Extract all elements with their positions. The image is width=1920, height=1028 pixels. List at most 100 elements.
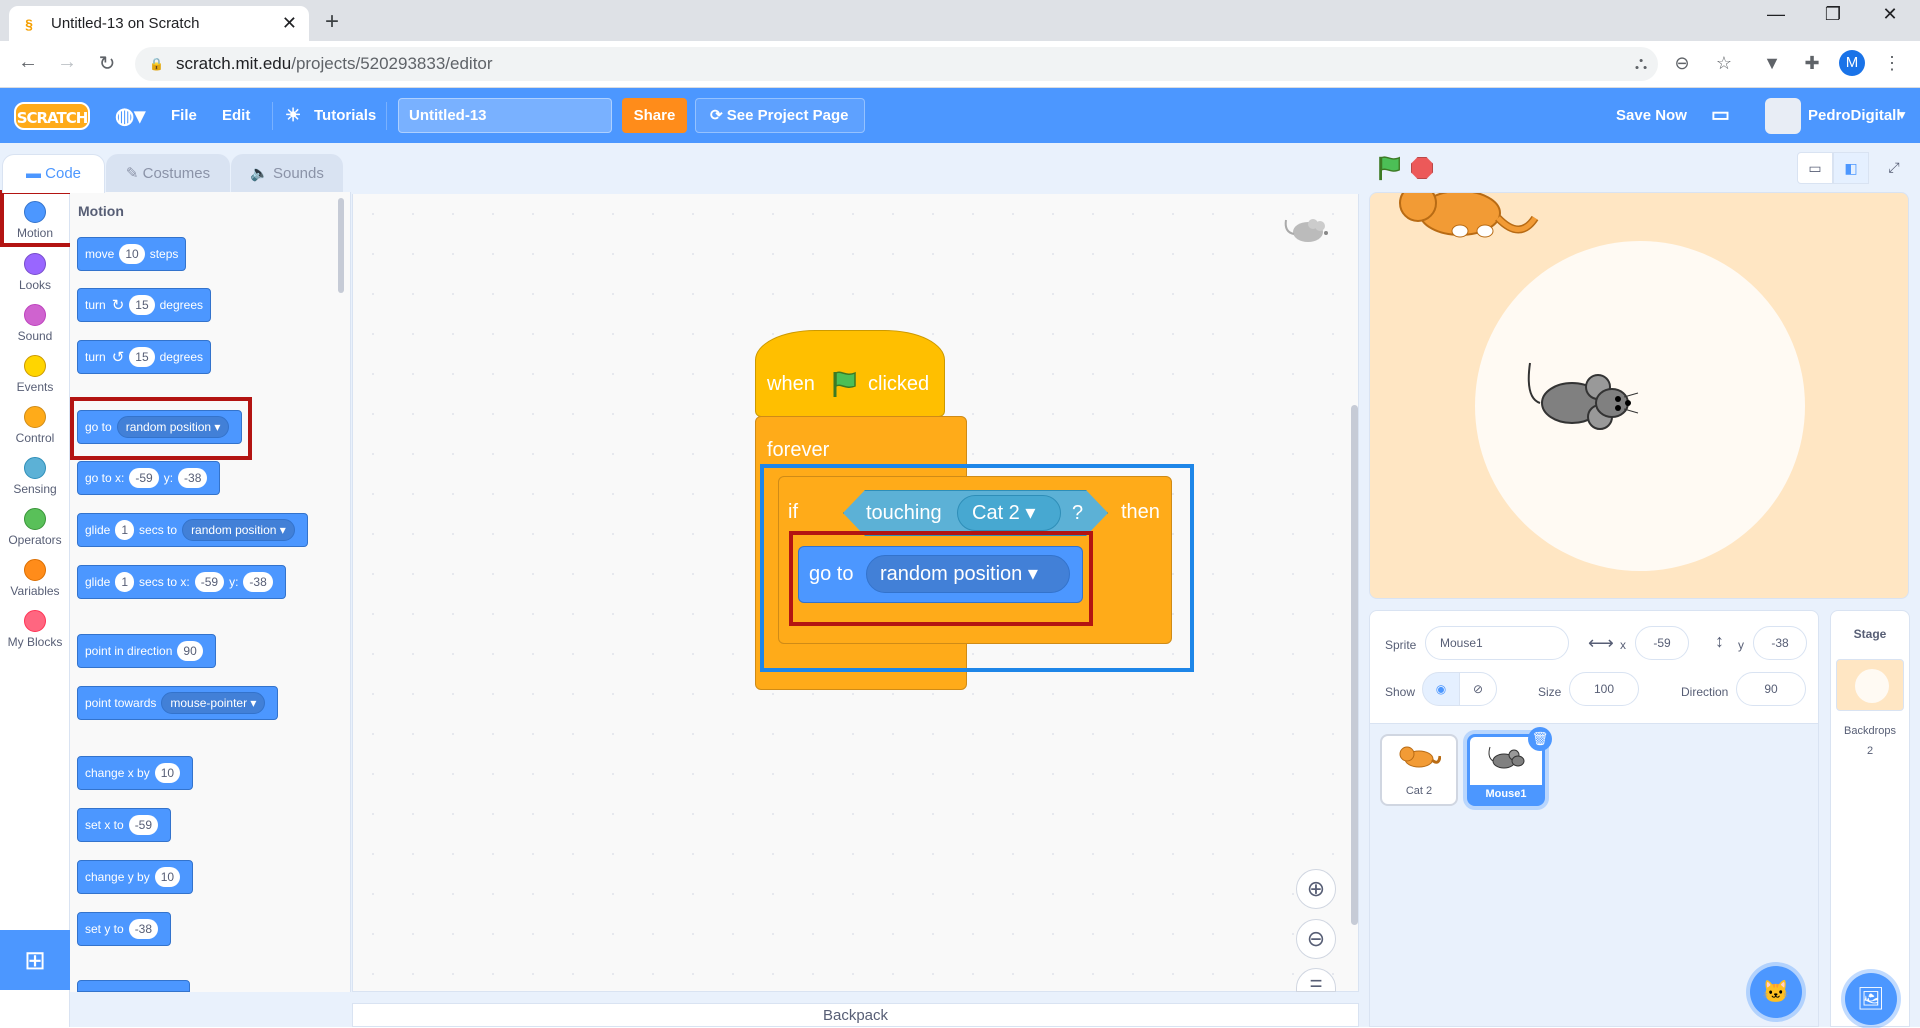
x-position-input[interactable]: -59 <box>1635 626 1689 660</box>
profile-avatar[interactable]: M <box>1839 50 1865 76</box>
block-turn-right[interactable]: turn ↻ 15 degrees <box>77 288 211 322</box>
tab-sounds[interactable]: 🔈 Sounds <box>231 154 343 192</box>
glide-target-dropdown[interactable]: random position ▾ <box>182 519 295 541</box>
set-x-input[interactable]: -59 <box>128 815 159 835</box>
block-set-y[interactable]: set y to -38 <box>77 912 172 946</box>
see-project-page-button[interactable]: ⟳ See Project Page <box>695 98 865 133</box>
block-glide[interactable]: glide 1 secs to random position ▾ <box>77 513 308 547</box>
direction-input[interactable]: 90 <box>177 641 203 661</box>
zoom-in-icon[interactable]: ⊕ <box>1296 869 1336 909</box>
secs-input[interactable]: 1 <box>115 572 135 592</box>
username-menu[interactable]: PedroDigitall <box>1808 88 1901 143</box>
palette-scrollbar[interactable] <box>338 198 344 293</box>
block-turn-left[interactable]: turn ↺ 15 degrees <box>77 340 211 374</box>
zoom-out-icon[interactable]: ⊖ <box>1296 919 1336 959</box>
workspace-scrollbar[interactable] <box>1351 405 1358 925</box>
show-visible-eye-icon[interactable]: ◉ <box>1422 672 1460 706</box>
block-go-to-xy[interactable]: go to x: -59 y: -38 <box>77 461 221 495</box>
degrees-input[interactable]: 15 <box>129 295 155 315</box>
extension-vpn-icon[interactable]: ▼ <box>1760 53 1784 74</box>
x-input[interactable]: -59 <box>129 468 159 488</box>
tab-close-icon[interactable]: ✕ <box>282 13 297 34</box>
category-control[interactable]: Control <box>0 406 70 445</box>
category-my-blocks[interactable]: My Blocks <box>0 610 70 649</box>
change-y-input[interactable]: 10 <box>154 867 181 887</box>
forward-icon[interactable]: → <box>53 51 81 74</box>
block-glide-xy[interactable]: glide 1 secs to x: -59 y: -38 <box>77 565 286 599</box>
block-partial[interactable] <box>77 980 190 992</box>
add-extension-button[interactable]: ⊞ <box>0 930 70 990</box>
block-point-towards[interactable]: point towards mouse-pointer ▾ <box>77 686 279 720</box>
choose-backdrop-icon[interactable]: 🖼 <box>1845 973 1897 1025</box>
tutorials-menu[interactable]: Tutorials <box>314 88 376 143</box>
green-flag-button[interactable] <box>1375 154 1403 185</box>
category-sensing[interactable]: Sensing <box>0 457 70 496</box>
edit-menu[interactable]: Edit <box>222 88 250 143</box>
address-bar[interactable]: 🔒 scratch.mit.edu/projects/520293833/edi… <box>135 47 1658 81</box>
delete-sprite-trash-icon[interactable]: 🗑 <box>1528 727 1552 751</box>
language-globe-icon[interactable]: ◍▾ <box>115 88 145 143</box>
browser-menu-icon[interactable]: ⋮ <box>1880 53 1904 74</box>
mouse-sprite[interactable] <box>1520 353 1640 436</box>
blk-text: secs to x: <box>139 575 190 589</box>
extensions-puzzle-icon[interactable]: ✚ <box>1800 53 1824 74</box>
towards-dropdown[interactable]: mouse-pointer ▾ <box>161 692 266 714</box>
degrees-input[interactable]: 15 <box>129 347 155 367</box>
tab-code[interactable]: ▬ Code <box>2 154 105 193</box>
restore-icon[interactable]: ❐ <box>1813 4 1853 25</box>
user-avatar[interactable] <box>1765 98 1801 134</box>
size-input[interactable]: 100 <box>1569 672 1639 706</box>
reload-icon[interactable]: ↻ <box>93 51 121 76</box>
block-set-x[interactable]: set x to -59 <box>77 808 172 842</box>
tab-costumes[interactable]: ✎ Costumes <box>106 154 230 192</box>
choose-sprite-cat-icon[interactable]: 🐱 <box>1750 966 1802 1018</box>
window-close-icon[interactable]: ✕ <box>1870 4 1910 25</box>
backdrop-thumbnail[interactable] <box>1836 659 1904 711</box>
minimize-icon[interactable]: — <box>1756 4 1796 25</box>
share-button[interactable]: Share <box>622 98 687 133</box>
block-change-y[interactable]: change y by 10 <box>77 860 194 894</box>
new-tab-icon[interactable]: + <box>325 8 339 36</box>
user-dropdown-icon[interactable]: ▼ <box>1896 88 1908 143</box>
translate-icon[interactable]: ⛬ <box>1629 53 1653 74</box>
stop-button[interactable] <box>1411 157 1433 179</box>
when-flag-clicked-block[interactable]: when clicked <box>755 330 945 417</box>
y-position-input[interactable]: -38 <box>1753 626 1807 660</box>
stage-canvas[interactable] <box>1369 192 1909 599</box>
my-stuff-folder-icon[interactable]: ▭ <box>1711 88 1730 143</box>
set-y-input[interactable]: -38 <box>128 919 159 939</box>
scratch-logo[interactable]: SCRATCH <box>14 102 90 130</box>
direction-input[interactable]: 90 <box>1736 672 1806 706</box>
secs-input[interactable]: 1 <box>115 520 135 540</box>
change-x-input[interactable]: 10 <box>154 763 181 783</box>
y-input[interactable]: -38 <box>243 572 273 592</box>
browser-tab[interactable]: § Untitled-13 on Scratch ✕ <box>9 6 309 41</box>
category-variables[interactable]: Variables <box>0 559 70 598</box>
x-input[interactable]: -59 <box>194 572 225 592</box>
category-events[interactable]: Events <box>0 355 70 394</box>
backpack[interactable]: Backpack <box>352 1003 1359 1027</box>
blk-text: change x by <box>85 766 150 780</box>
save-now-button[interactable]: Save Now <box>1616 88 1687 143</box>
cat-sprite[interactable] <box>1390 193 1540 256</box>
fullscreen-icon[interactable]: ⤢ <box>1876 152 1912 184</box>
back-icon[interactable]: ← <box>14 51 42 74</box>
show-hidden-eye-icon[interactable]: ⊘ <box>1459 672 1497 706</box>
large-stage-icon[interactable]: ◧ <box>1833 152 1869 184</box>
category-sound[interactable]: Sound <box>0 304 70 343</box>
block-change-x[interactable]: change x by 10 <box>77 756 194 790</box>
zoom-icon[interactable]: ⊖ <box>1670 53 1694 74</box>
category-looks[interactable]: Looks <box>0 253 70 292</box>
category-operators[interactable]: Operators <box>0 508 70 547</box>
y-input[interactable]: -38 <box>178 468 208 488</box>
block-move-steps[interactable]: move 10 steps <box>77 237 187 271</box>
steps-input[interactable]: 10 <box>119 244 145 264</box>
small-stage-icon[interactable]: ▭ <box>1797 152 1833 184</box>
stage-selector[interactable]: Stage Backdrops 2 🖼 <box>1830 610 1910 1027</box>
bookmark-star-icon[interactable]: ☆ <box>1712 53 1736 74</box>
block-point-in-direction[interactable]: point in direction 90 <box>77 634 216 668</box>
file-menu[interactable]: File <box>171 88 197 143</box>
project-title-input[interactable]: Untitled-13 <box>398 98 612 133</box>
sprite-thumb-cat2[interactable]: Cat 2 <box>1380 734 1458 806</box>
sprite-name-input[interactable]: Mouse1 <box>1425 626 1569 660</box>
